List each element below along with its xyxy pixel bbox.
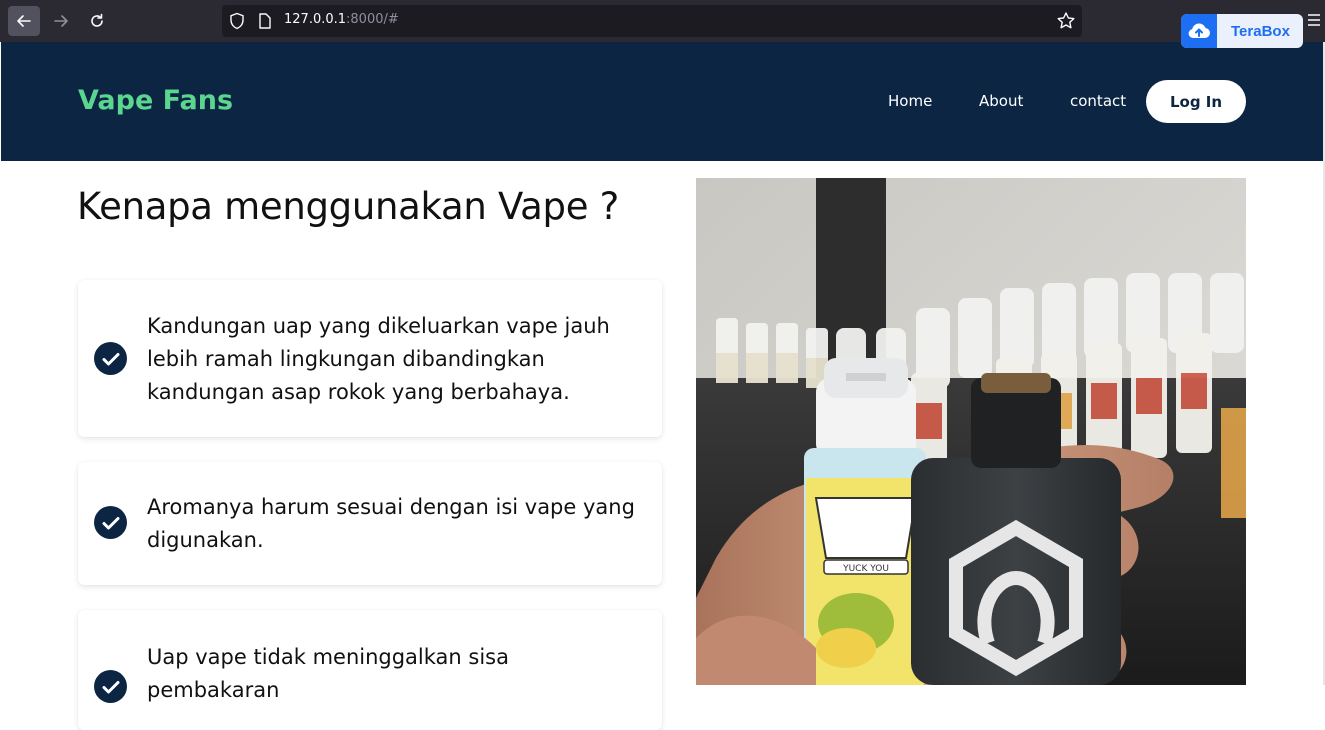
- reload-button[interactable]: [81, 6, 113, 36]
- back-button[interactable]: [8, 6, 40, 36]
- terabox-extension-button[interactable]: TeraBox: [1181, 14, 1303, 48]
- benefit-card: Kandungan uap yang dikeluarkan vape jauh…: [78, 280, 662, 437]
- reload-icon: [91, 13, 103, 27]
- page-title: Kenapa menggunakan Vape ?: [77, 185, 619, 228]
- nav-home-link[interactable]: Home: [888, 92, 932, 110]
- login-button[interactable]: Log In: [1146, 80, 1246, 123]
- url-text[interactable]: 127.0.0.1:8000/#: [284, 12, 399, 27]
- check-circle-icon: [94, 670, 127, 703]
- benefit-card: Aromanya harum sesuai dengan isi vape ya…: [78, 462, 662, 585]
- benefit-text: Aromanya harum sesuai dengan isi vape ya…: [147, 495, 635, 552]
- bottle-label-text: YUCK YOU: [842, 564, 889, 574]
- url-rest: :8000/#: [346, 12, 399, 27]
- arrow-left-icon: [17, 15, 31, 27]
- url-host: 127.0.0.1: [284, 12, 347, 27]
- terabox-label: TeraBox: [1231, 22, 1290, 40]
- nav-about-link[interactable]: About: [979, 92, 1023, 110]
- arrow-right-icon: [54, 15, 68, 27]
- forward-button[interactable]: [45, 6, 77, 36]
- shield-icon[interactable]: [229, 12, 245, 30]
- address-bar[interactable]: 127.0.0.1:8000/#: [222, 5, 1082, 37]
- site-header: Vape Fans Home About contact Log In: [1, 42, 1323, 161]
- bookmark-star-icon[interactable]: [1056, 11, 1076, 31]
- cloud-upload-icon: [1181, 14, 1217, 48]
- benefit-text: Uap vape tidak meninggalkan sisa pembaka…: [147, 645, 509, 702]
- check-circle-icon: [94, 506, 127, 539]
- page-icon[interactable]: [258, 13, 272, 29]
- check-circle-icon: [94, 342, 127, 375]
- nav-contact-link[interactable]: contact: [1070, 92, 1126, 110]
- brand-logo[interactable]: Vape Fans: [78, 85, 233, 116]
- benefit-text: Kandungan uap yang dikeluarkan vape jauh…: [147, 314, 610, 404]
- vape-photo: YUCK YOU: [696, 178, 1246, 685]
- hamburger-menu-icon[interactable]: [1307, 13, 1321, 27]
- browser-toolbar: 127.0.0.1:8000/#: [0, 0, 1325, 42]
- benefit-card: Uap vape tidak meninggalkan sisa pembaka…: [78, 610, 662, 730]
